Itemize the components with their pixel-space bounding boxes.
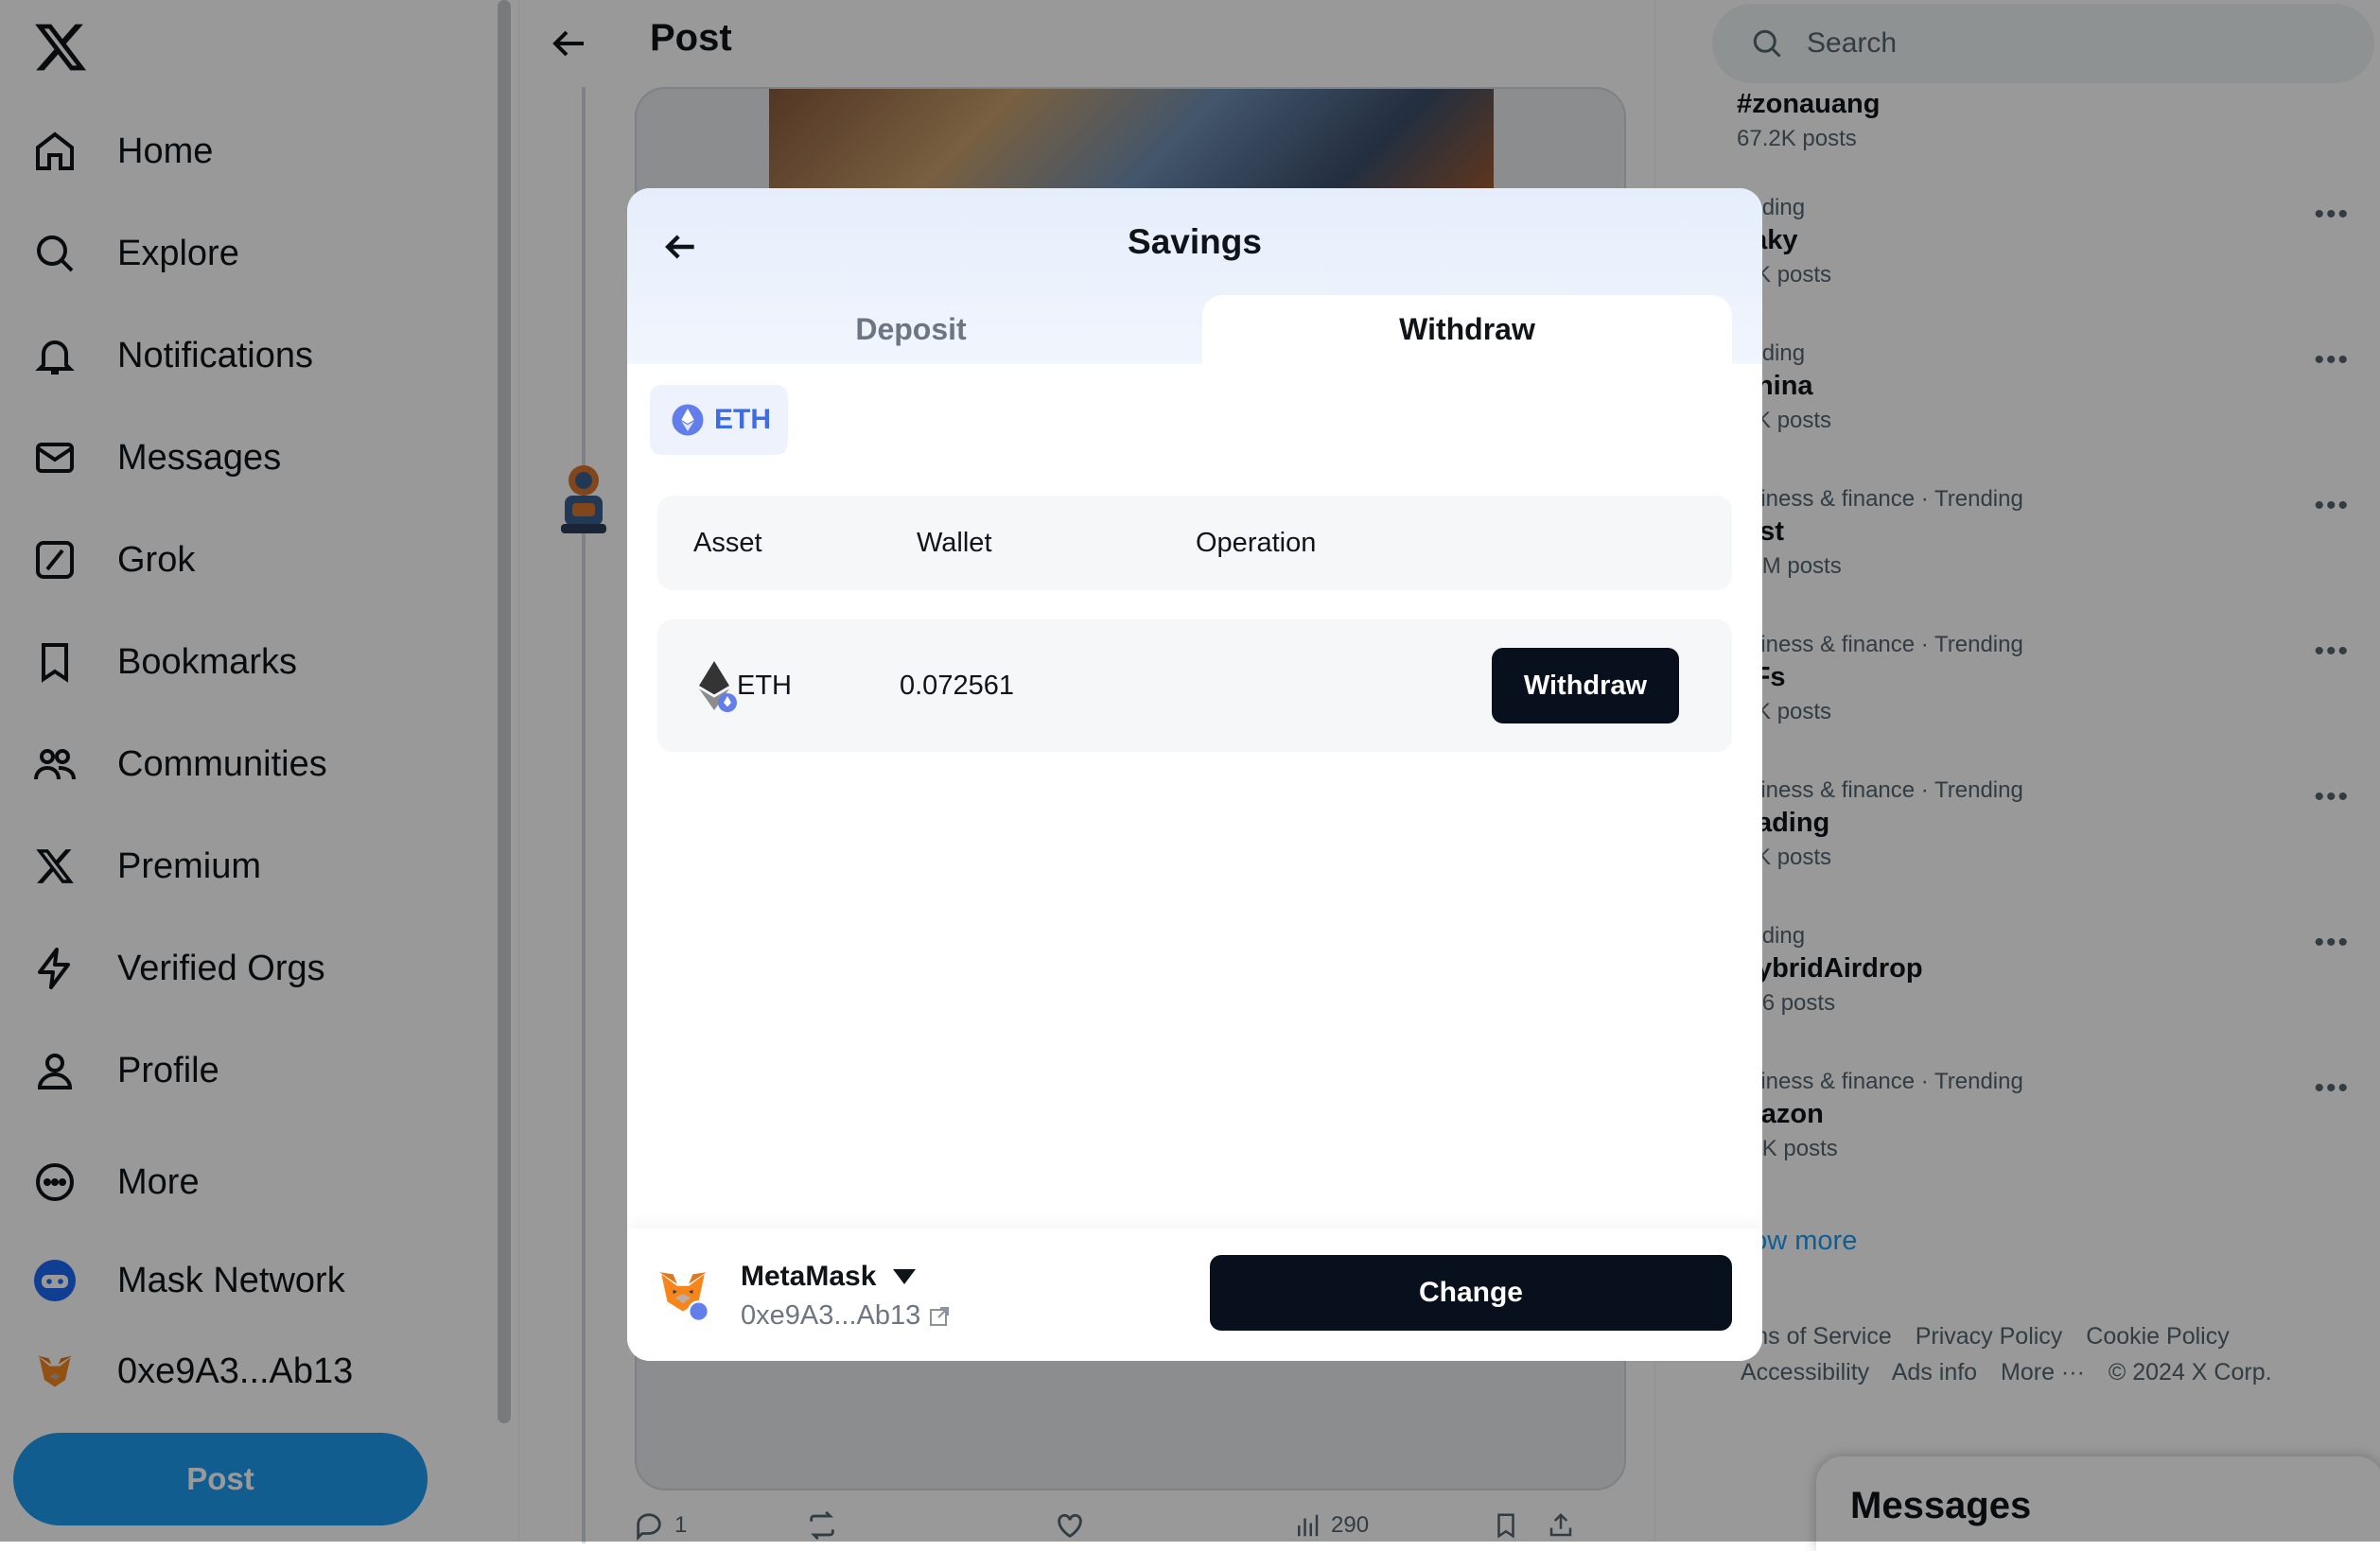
header-wallet: Wallet (917, 527, 992, 558)
row-asset: ETH (737, 670, 792, 701)
table-header: Asset Wallet Operation (657, 496, 1732, 590)
wallet-selector[interactable]: MetaMask (741, 1261, 917, 1293)
eth-asset-icon (691, 619, 737, 752)
token-chip-eth[interactable]: ETH (650, 385, 788, 455)
table-row: ETH 0.072561 Withdraw (657, 619, 1732, 752)
tab-withdraw[interactable]: Withdraw (1202, 295, 1732, 364)
metamask-fox-icon (659, 1272, 710, 1323)
savings-dialog: Savings Deposit Withdraw ETH Asset Walle… (627, 188, 1762, 1361)
header-operation: Operation (1196, 527, 1317, 558)
row-wallet-balance: 0.072561 (900, 670, 1014, 701)
wallet-address-link[interactable]: 0xe9A3...Ab13 (741, 1300, 951, 1332)
dialog-title: Savings (1128, 222, 1262, 261)
tab-deposit[interactable]: Deposit (627, 295, 1195, 364)
dialog-footer: MetaMask 0xe9A3...Ab13 Change (627, 1229, 1762, 1361)
token-chip-label: ETH (714, 404, 771, 435)
wallet-name: MetaMask (741, 1261, 877, 1292)
change-wallet-button[interactable]: Change (1210, 1255, 1732, 1331)
eth-icon (672, 404, 704, 436)
withdraw-button[interactable]: Withdraw (1492, 648, 1679, 723)
wallet-address: 0xe9A3...Ab13 (741, 1300, 921, 1331)
external-link-icon (930, 1306, 950, 1326)
dialog-header: Savings Deposit Withdraw (627, 188, 1762, 364)
header-asset: Asset (693, 527, 762, 558)
caret-down-icon (893, 1269, 917, 1284)
